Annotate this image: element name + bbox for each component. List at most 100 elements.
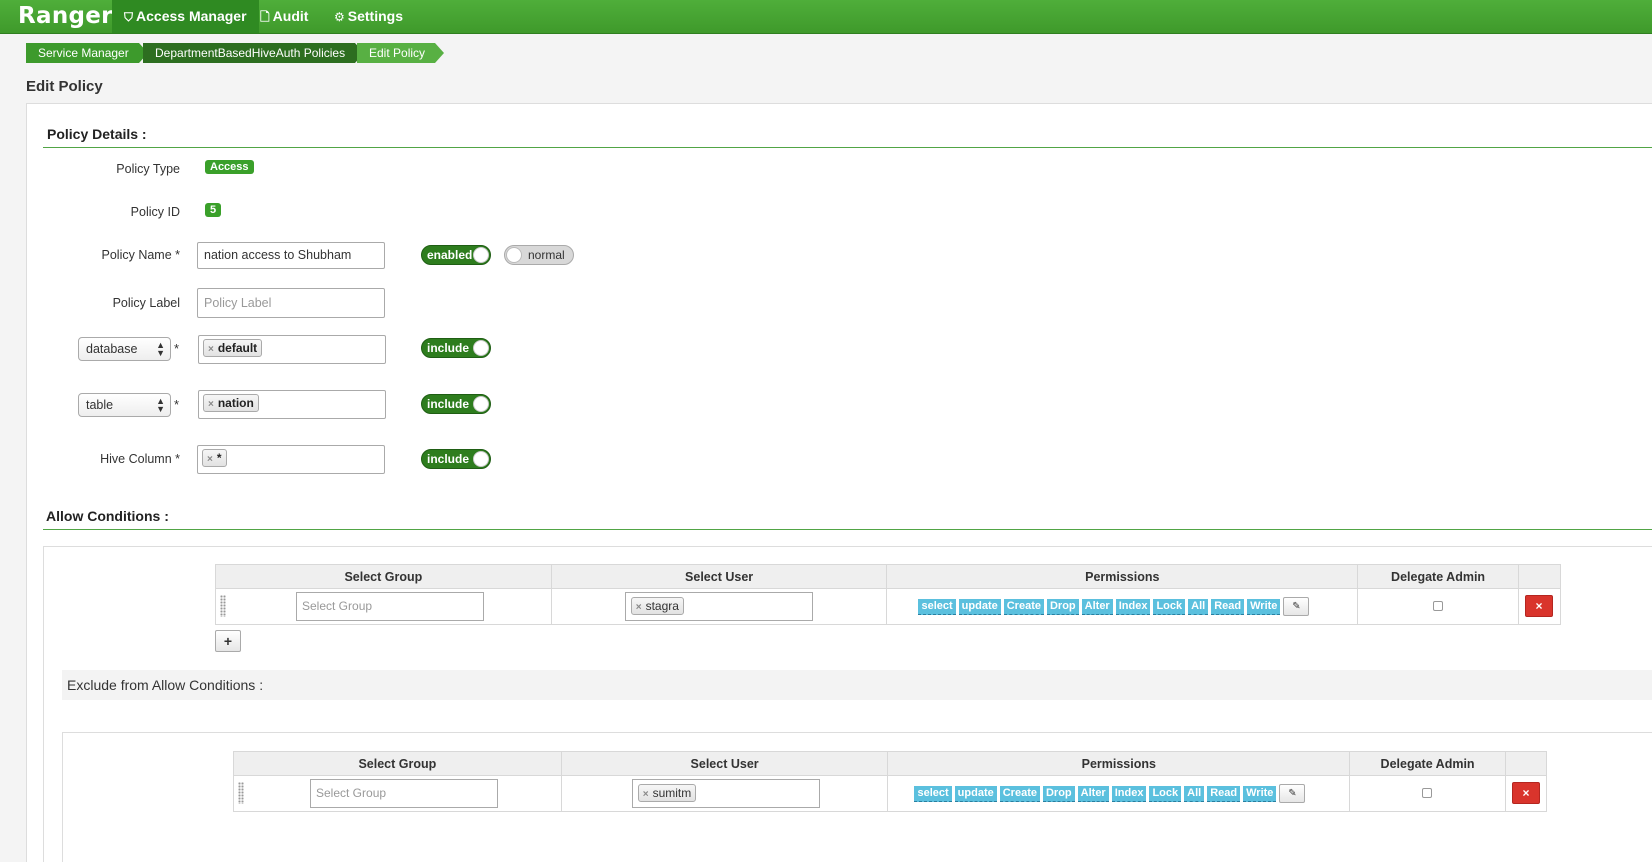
toggle-knob xyxy=(473,396,489,412)
col-select-group: Select Group xyxy=(215,564,552,589)
allow-conditions-title: Allow Conditions : xyxy=(46,508,169,524)
drag-handle-icon[interactable] xyxy=(220,595,226,617)
perm-select[interactable]: select xyxy=(918,598,956,615)
select-group-input[interactable]: Select Group xyxy=(296,592,484,621)
database-include-toggle[interactable]: include xyxy=(421,338,491,358)
perm-read[interactable]: Read xyxy=(1207,785,1241,802)
perm-drop[interactable]: Drop xyxy=(1042,785,1075,802)
policy-label-input[interactable]: Policy Label xyxy=(197,288,385,318)
section-divider xyxy=(43,529,1652,530)
drag-handle-icon[interactable] xyxy=(238,782,244,804)
toggle-knob xyxy=(473,340,489,356)
perm-lock[interactable]: Lock xyxy=(1149,785,1182,802)
breadcrumb-policies[interactable]: DepartmentBasedHiveAuth Policies xyxy=(143,43,365,63)
policy-label-label: Policy Label xyxy=(112,296,180,310)
database-tag: × default xyxy=(203,339,263,357)
col-select-group: Select Group xyxy=(233,751,562,776)
toggle-knob xyxy=(506,247,522,263)
pencil-icon: ✎ xyxy=(1288,788,1297,799)
policy-type-label: Policy Type xyxy=(116,162,180,176)
col-actions xyxy=(1505,751,1547,776)
perm-index[interactable]: Index xyxy=(1111,785,1147,802)
add-condition-button[interactable]: + xyxy=(215,630,241,652)
shield-icon: ⛉ xyxy=(124,10,134,24)
select-user-input[interactable]: × stagra xyxy=(624,592,813,621)
resource-type-select-table[interactable]: table ▲ ▼ xyxy=(78,393,171,417)
remove-tag-icon[interactable]: × xyxy=(643,789,649,800)
group-cell: Select Group xyxy=(215,588,552,625)
resource-type-select-database[interactable]: database ▲ ▼ xyxy=(78,337,171,361)
audit-normal-toggle[interactable]: normal xyxy=(504,245,574,265)
table-values-input[interactable]: × nation xyxy=(198,390,386,419)
user-tag: × stagra xyxy=(630,597,684,615)
action-cell: × xyxy=(1518,588,1561,625)
perm-update[interactable]: update xyxy=(958,598,1001,615)
nav-settings[interactable]: ⚙ Settings xyxy=(322,0,415,33)
edit-permissions-button[interactable]: ✎ xyxy=(1283,597,1310,616)
perm-create[interactable]: Create xyxy=(999,785,1040,802)
table-row: Select Group × sumitm select update Creat… xyxy=(233,775,1547,812)
policy-id-label: Policy ID xyxy=(130,205,180,219)
breadcrumb-service-manager[interactable]: Service Manager xyxy=(26,43,148,63)
top-navbar: Ranger ⛉ Access Manager 🗋 Audit ⚙ Settings xyxy=(0,0,1652,34)
perm-write[interactable]: Write xyxy=(1247,598,1281,615)
select-group-input[interactable]: Select Group xyxy=(310,779,498,808)
file-icon: 🗋 xyxy=(260,10,270,24)
exclude-conditions-header[interactable]: Exclude from Allow Conditions : xyxy=(62,670,1652,700)
section-divider xyxy=(43,147,1652,148)
required-mark: * xyxy=(174,341,180,356)
permissions-list: select update Create Drop Alter Index Lo… xyxy=(914,784,1306,803)
pencil-icon: ✎ xyxy=(1292,601,1301,612)
close-icon: × xyxy=(1522,786,1530,800)
perm-select[interactable]: select xyxy=(914,785,952,802)
page-title: Edit Policy xyxy=(26,78,103,95)
allow-conditions-table: Select Group Select User Permissions Del… xyxy=(215,564,1561,625)
delete-row-button[interactable]: × xyxy=(1525,595,1553,617)
policy-id-badge: 5 xyxy=(205,203,222,217)
col-select-user: Select User xyxy=(550,564,888,589)
perm-alter[interactable]: Alter xyxy=(1081,598,1113,615)
col-permissions: Permissions xyxy=(886,564,1359,589)
user-tag: × sumitm xyxy=(637,784,697,802)
nav-access-manager[interactable]: ⛉ Access Manager xyxy=(112,0,259,33)
delegate-admin-checkbox[interactable] xyxy=(1433,601,1444,611)
policy-details-title: Policy Details : xyxy=(47,126,147,142)
edit-permissions-button[interactable]: ✎ xyxy=(1279,784,1306,803)
policy-name-label: Policy Name * xyxy=(101,248,181,262)
column-include-toggle[interactable]: include xyxy=(421,449,491,469)
perm-alter[interactable]: Alter xyxy=(1077,785,1109,802)
database-values-input[interactable]: × default xyxy=(198,335,386,364)
col-permissions: Permissions xyxy=(887,751,1351,776)
nav-audit[interactable]: 🗋 Audit xyxy=(248,0,320,33)
exclude-conditions-table: Select Group Select User Permissions Del… xyxy=(233,751,1547,812)
select-user-input[interactable]: × sumitm xyxy=(631,779,820,808)
perm-index[interactable]: Index xyxy=(1115,598,1151,615)
remove-tag-icon[interactable]: × xyxy=(208,344,214,355)
perm-all[interactable]: All xyxy=(1184,785,1205,802)
group-cell: Select Group xyxy=(233,775,562,812)
hive-column-input[interactable]: × * xyxy=(197,445,385,474)
remove-tag-icon[interactable]: × xyxy=(636,602,642,613)
perm-drop[interactable]: Drop xyxy=(1046,598,1079,615)
perm-write[interactable]: Write xyxy=(1243,785,1277,802)
brand-logo[interactable]: Ranger xyxy=(18,3,113,29)
perm-lock[interactable]: Lock xyxy=(1153,598,1186,615)
policy-enabled-toggle[interactable]: enabled xyxy=(421,245,491,265)
col-delegate-admin: Delegate Admin xyxy=(1357,564,1519,589)
perm-read[interactable]: Read xyxy=(1211,598,1245,615)
perm-update[interactable]: update xyxy=(954,785,997,802)
policy-name-input[interactable]: nation access to Shubham xyxy=(197,242,385,269)
perm-create[interactable]: Create xyxy=(1003,598,1044,615)
remove-tag-icon[interactable]: × xyxy=(208,399,214,410)
perm-all[interactable]: All xyxy=(1188,598,1209,615)
delete-row-button[interactable]: × xyxy=(1512,782,1541,804)
delegate-admin-checkbox[interactable] xyxy=(1422,788,1433,798)
delegate-cell xyxy=(1357,588,1519,625)
hive-column-label: Hive Column * xyxy=(100,452,180,466)
remove-tag-icon[interactable]: × xyxy=(207,454,213,465)
select-arrows-icon: ▲ ▼ xyxy=(156,340,165,358)
col-select-user: Select User xyxy=(560,751,889,776)
table-include-toggle[interactable]: include xyxy=(421,394,491,414)
delegate-cell xyxy=(1349,775,1507,812)
permissions-cell: select update Create Drop Alter Index Lo… xyxy=(886,588,1359,625)
